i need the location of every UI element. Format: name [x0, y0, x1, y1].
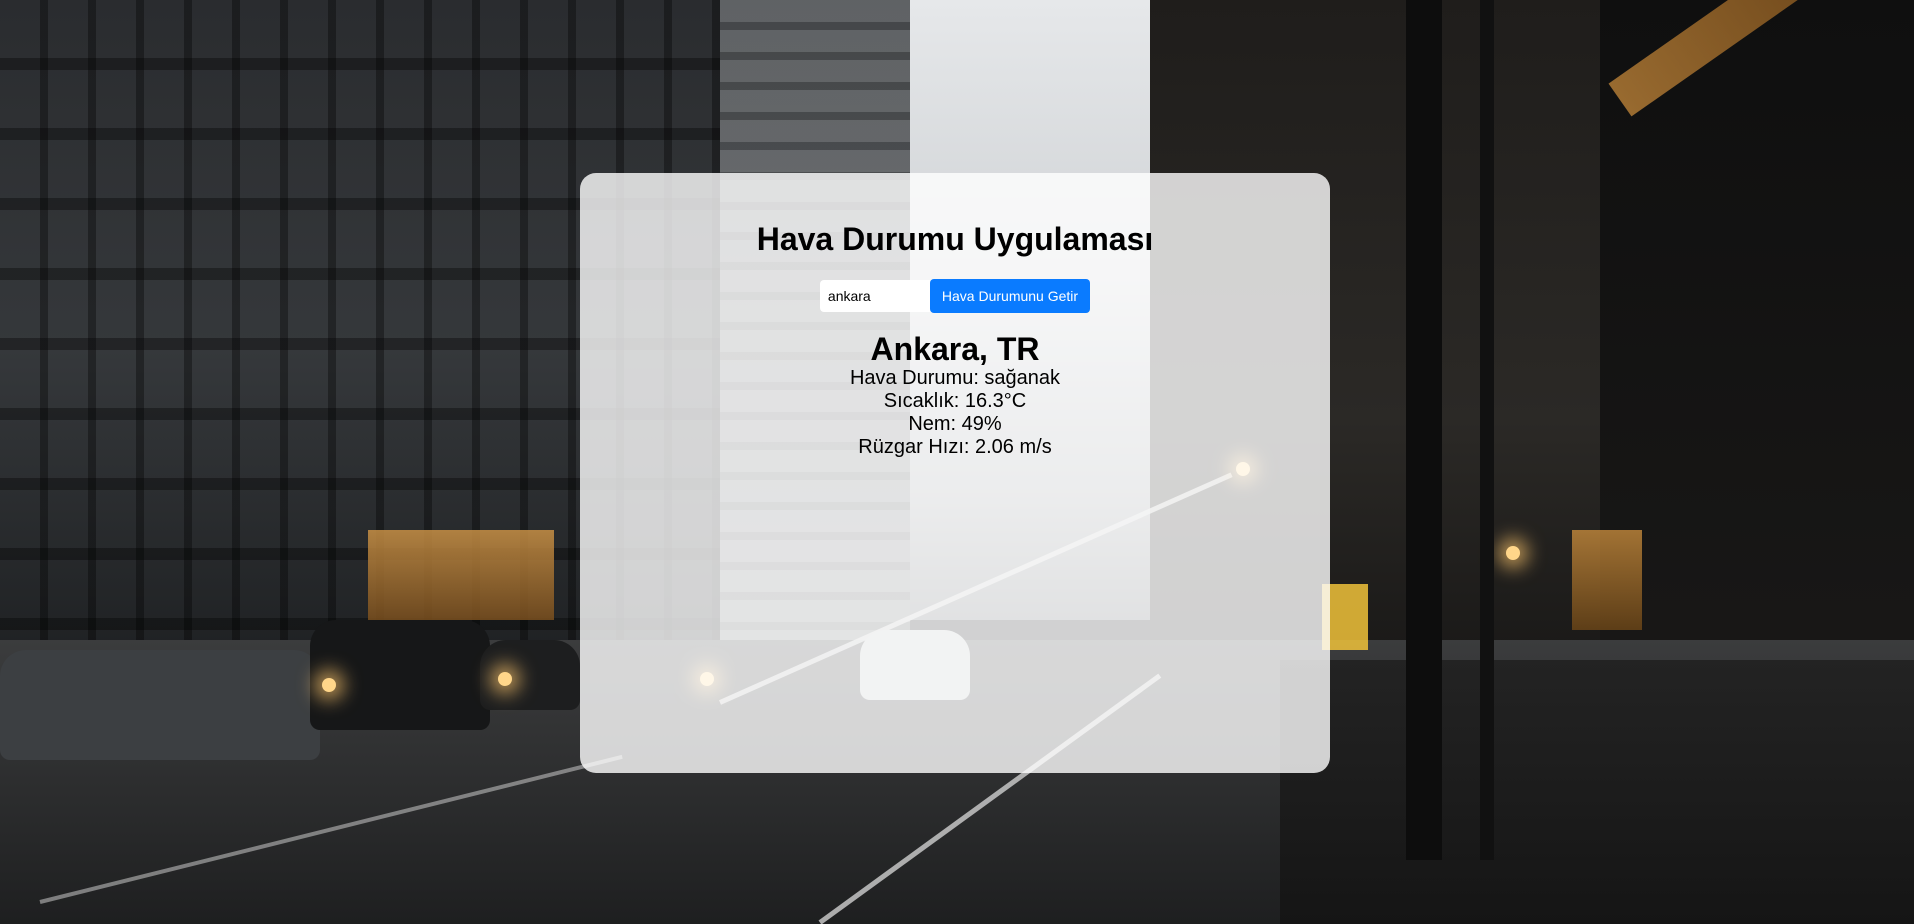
weather-temperature: Sıcaklık: 16.3°C: [883, 390, 1027, 412]
weather-result: Ankara, TR Hava Durumu: sağanak Sıcaklık…: [580, 331, 1330, 459]
weather-condition: Hava Durumu: sağanak: [849, 367, 1061, 389]
storefront-right: [1572, 530, 1642, 630]
car: [0, 650, 320, 760]
car: [480, 640, 580, 710]
weather-panel: Hava Durumu Uygulaması Hava Durumunu Get…: [580, 173, 1330, 773]
headlight: [498, 672, 512, 686]
lamp-pole: [1480, 0, 1494, 860]
location-heading: Ankara, TR: [870, 331, 1040, 367]
lamp-pole: [1406, 0, 1442, 860]
app-title: Hava Durumu Uygulaması: [756, 221, 1154, 257]
storefront-left: [368, 530, 554, 620]
weather-humidity: Nem: 49%: [908, 413, 1002, 435]
headlight: [322, 678, 336, 692]
city-input[interactable]: [819, 280, 930, 312]
car: [310, 620, 490, 730]
search-row: Hava Durumunu Getir: [580, 279, 1330, 313]
weather-wind: Rüzgar Hızı: 2.06 m/s: [858, 436, 1052, 458]
fetch-weather-button[interactable]: Hava Durumunu Getir: [929, 279, 1091, 313]
sidewalk: [1280, 660, 1914, 924]
street-light: [1506, 546, 1520, 560]
